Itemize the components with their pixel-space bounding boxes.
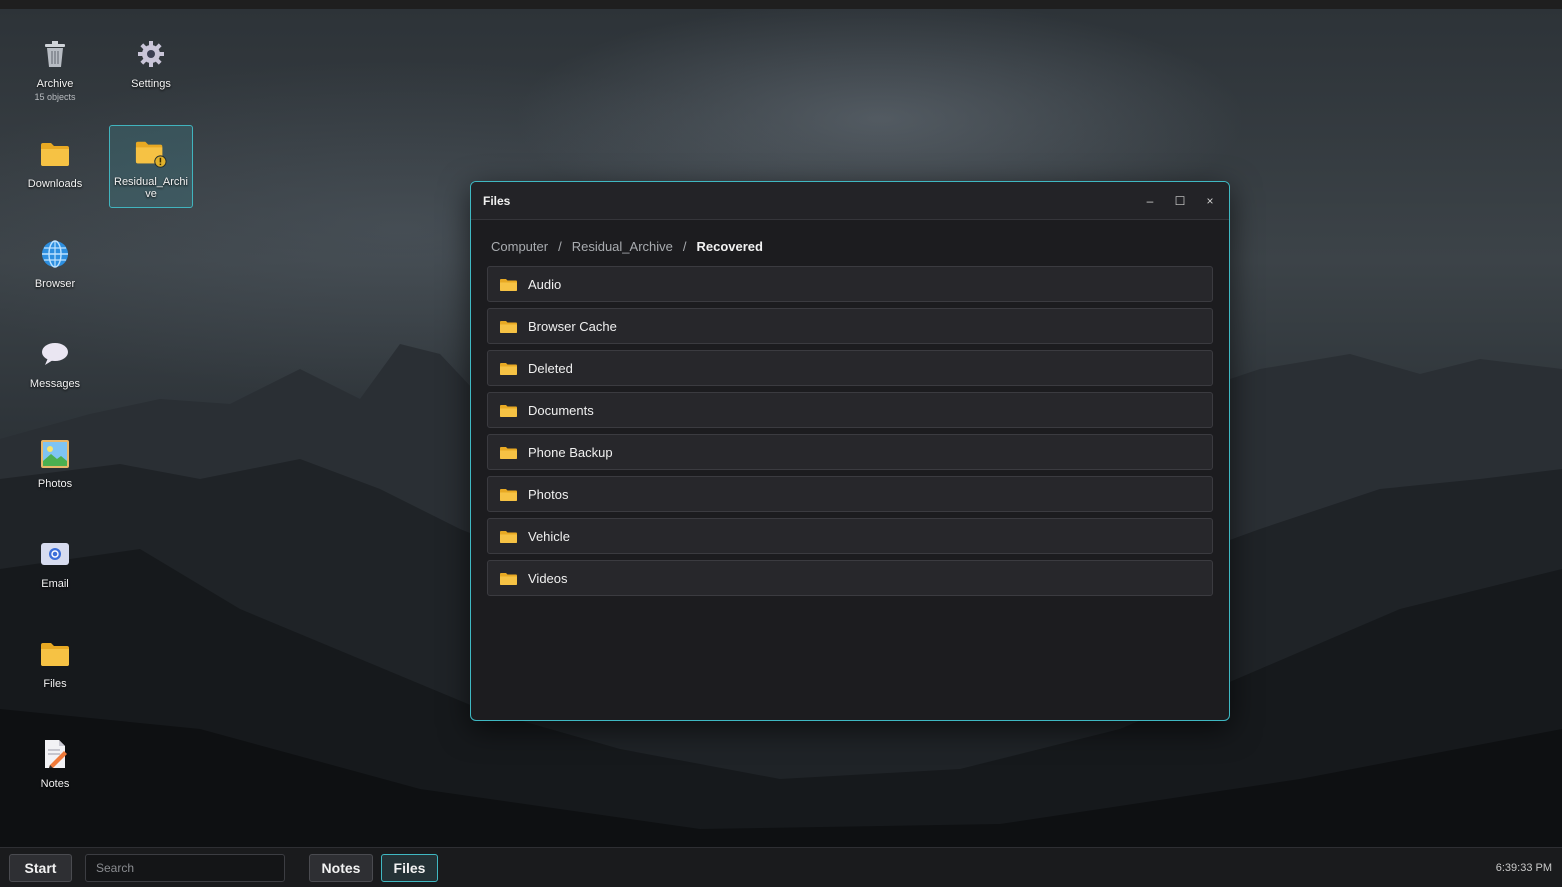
desktop-icon-label: Settings: [131, 78, 171, 90]
close-button[interactable]: ×: [1203, 194, 1217, 208]
desktop-icon-label: Downloads: [27, 178, 83, 190]
folder-icon: [39, 638, 71, 670]
desktop-icon-photos[interactable]: Photos: [13, 438, 97, 490]
note-pencil-icon: [39, 738, 71, 770]
folder-icon: [500, 530, 517, 543]
folder-name: Videos: [528, 570, 568, 586]
folder-name: Documents: [528, 402, 594, 418]
folder-name: Browser Cache: [528, 318, 617, 334]
folder-row[interactable]: Audio: [487, 266, 1213, 302]
desktop-icon-residual-archive[interactable]: Residual_Archive: [109, 125, 193, 208]
folder-row[interactable]: Browser Cache: [487, 308, 1213, 344]
window-titlebar[interactable]: Files – ☐ ×: [471, 182, 1229, 220]
breadcrumb-item-residual-archive[interactable]: Residual_Archive: [572, 239, 673, 254]
folder-icon: [500, 362, 517, 375]
email-icon: [39, 538, 71, 570]
breadcrumb-separator: /: [682, 239, 687, 254]
folder-name: Phone Backup: [528, 444, 613, 460]
taskbar-search-input[interactable]: [85, 854, 285, 882]
desktop-icon-sublabel: 15 objects: [34, 92, 76, 102]
taskbar-clock: 6:39:33 PM: [1495, 862, 1552, 874]
desktop-icon-label: Messages: [29, 378, 81, 390]
desktop-icon-email[interactable]: Email: [13, 538, 97, 590]
desktop-icon-settings[interactable]: Settings: [109, 38, 193, 90]
start-button[interactable]: Start: [9, 854, 72, 882]
folder-icon: [500, 572, 517, 585]
globe-icon: [39, 238, 71, 270]
breadcrumb-item-computer[interactable]: Computer: [491, 239, 548, 254]
folder-icon: [500, 488, 517, 501]
folder-list: Audio Browser Cache Deleted Documents Ph…: [487, 266, 1213, 602]
desktop-icon-label: Photos: [37, 478, 73, 490]
desktop-icon-archive[interactable]: Archive 15 objects: [13, 38, 97, 102]
desktop-icon-messages[interactable]: Messages: [13, 338, 97, 390]
files-window[interactable]: Files – ☐ × Computer / Residual_Archive …: [470, 181, 1230, 721]
taskbar-app-files[interactable]: Files: [381, 854, 438, 882]
desktop-icon-label: Notes: [40, 778, 70, 790]
desktop-icon-downloads[interactable]: Downloads: [13, 138, 97, 190]
desktop-icon-label: Browser: [34, 278, 76, 290]
chat-bubble-icon: [39, 338, 71, 370]
folder-name: Audio: [528, 276, 562, 292]
folder-row[interactable]: Phone Backup: [487, 434, 1213, 470]
desktop: Archive 15 objects Settings Downloads Re…: [0, 9, 1562, 847]
folder-name: Vehicle: [528, 528, 570, 544]
taskbar: Start Notes Files 6:39:33 PM: [0, 847, 1562, 887]
desktop-icon-notes[interactable]: Notes: [13, 738, 97, 790]
window-controls: – ☐ ×: [1143, 182, 1217, 219]
gear-icon: [135, 38, 167, 70]
desktop-icon-browser[interactable]: Browser: [13, 238, 97, 290]
folder-row[interactable]: Videos: [487, 560, 1213, 596]
trash-icon: [39, 38, 71, 70]
folder-icon: [500, 278, 517, 291]
taskbar-app-notes[interactable]: Notes: [309, 854, 373, 882]
breadcrumb: Computer / Residual_Archive / Recovered: [491, 239, 763, 254]
folder-row[interactable]: Deleted: [487, 350, 1213, 386]
folder-row[interactable]: Photos: [487, 476, 1213, 512]
minimize-button[interactable]: –: [1143, 194, 1157, 208]
desktop-icon-label: Files: [43, 678, 67, 690]
folder-row[interactable]: Vehicle: [487, 518, 1213, 554]
photo-icon: [39, 438, 71, 470]
maximize-button[interactable]: ☐: [1173, 194, 1187, 208]
folder-icon: [500, 446, 517, 459]
folder-name: Photos: [528, 486, 569, 502]
breadcrumb-item-current: Recovered: [696, 239, 763, 254]
window-title: Files: [483, 193, 511, 208]
folder-warning-icon: [135, 138, 167, 170]
folder-icon: [500, 320, 517, 333]
folder-row[interactable]: Documents: [487, 392, 1213, 428]
breadcrumb-separator: /: [558, 239, 562, 254]
folder-name: Deleted: [528, 360, 573, 376]
desktop-icon-files[interactable]: Files: [13, 638, 97, 690]
top-bar: [0, 0, 1562, 9]
desktop-icon-label: Residual_Archive: [114, 176, 188, 200]
desktop-icon-label: Email: [41, 578, 69, 590]
desktop-icon-label: Archive: [36, 78, 74, 90]
folder-icon: [39, 138, 71, 170]
folder-icon: [500, 404, 517, 417]
